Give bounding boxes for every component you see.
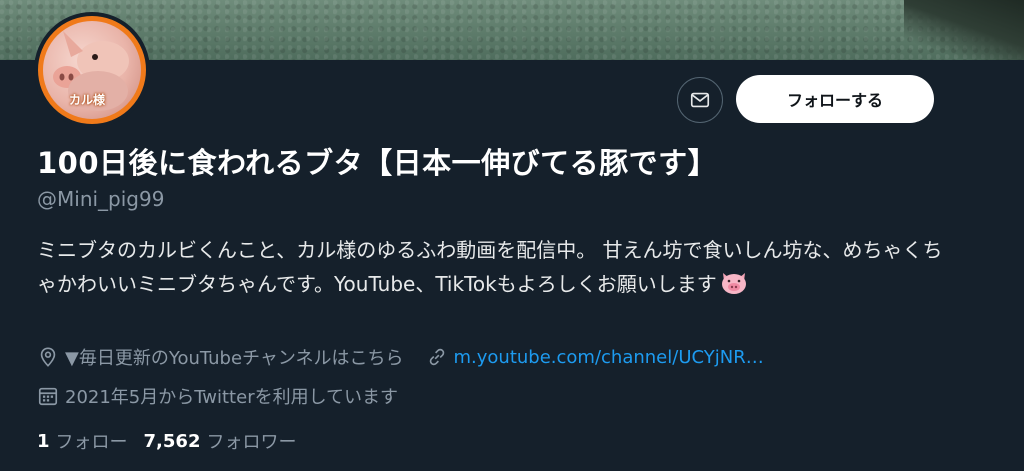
envelope-icon: [690, 92, 710, 108]
bio-text: ミニブタのカルビくんこと、カル様のゆるふわ動画を配信中。 甘えん坊で食いしん坊な…: [37, 238, 943, 296]
followers-count: 7,562: [143, 430, 201, 452]
profile-bio: ミニブタのカルビくんこと、カル様のゆるふわ動画を配信中。 甘えん坊で食いしん坊な…: [37, 233, 957, 305]
profile-banner[interactable]: [0, 0, 1024, 60]
joined-text: 2021年5月からTwitterを利用しています: [65, 387, 399, 408]
location-pin-icon: [40, 347, 56, 367]
user-handle: @Mini_pig99: [37, 187, 165, 211]
banner-shadow: [904, 0, 1024, 60]
following-count: 1: [37, 430, 50, 452]
pig-face-emoji: [719, 269, 749, 305]
profile-avatar[interactable]: カル様: [34, 12, 150, 128]
profile-meta-location-row: ▼毎日更新のYouTubeチャンネルはこちら m.youtube.com/cha…: [37, 344, 764, 370]
display-name: 100日後に食われるブタ【日本一伸びてる豚です】: [37, 146, 718, 180]
follow-stats: 1 フォロー 7,562 フォロワー: [37, 427, 296, 455]
profile-meta-joined-row: 2021年5月からTwitterを利用しています: [37, 383, 398, 409]
following-label: フォロー: [55, 432, 128, 453]
calendar-icon: [38, 387, 58, 406]
message-button[interactable]: [677, 77, 723, 123]
link-icon: [429, 348, 444, 366]
followers-link[interactable]: 7,562 フォロワー: [144, 428, 297, 454]
avatar-image: カル様: [38, 16, 146, 124]
following-link[interactable]: 1 フォロー: [37, 428, 128, 454]
follow-button[interactable]: フォローする: [736, 75, 934, 123]
website-link[interactable]: m.youtube.com/channel/UCYjNR…: [454, 347, 764, 368]
avatar-label: カル様: [69, 93, 106, 107]
followers-label: フォロワー: [206, 432, 297, 453]
location-text: ▼毎日更新のYouTubeチャンネルはこちら: [65, 348, 404, 369]
